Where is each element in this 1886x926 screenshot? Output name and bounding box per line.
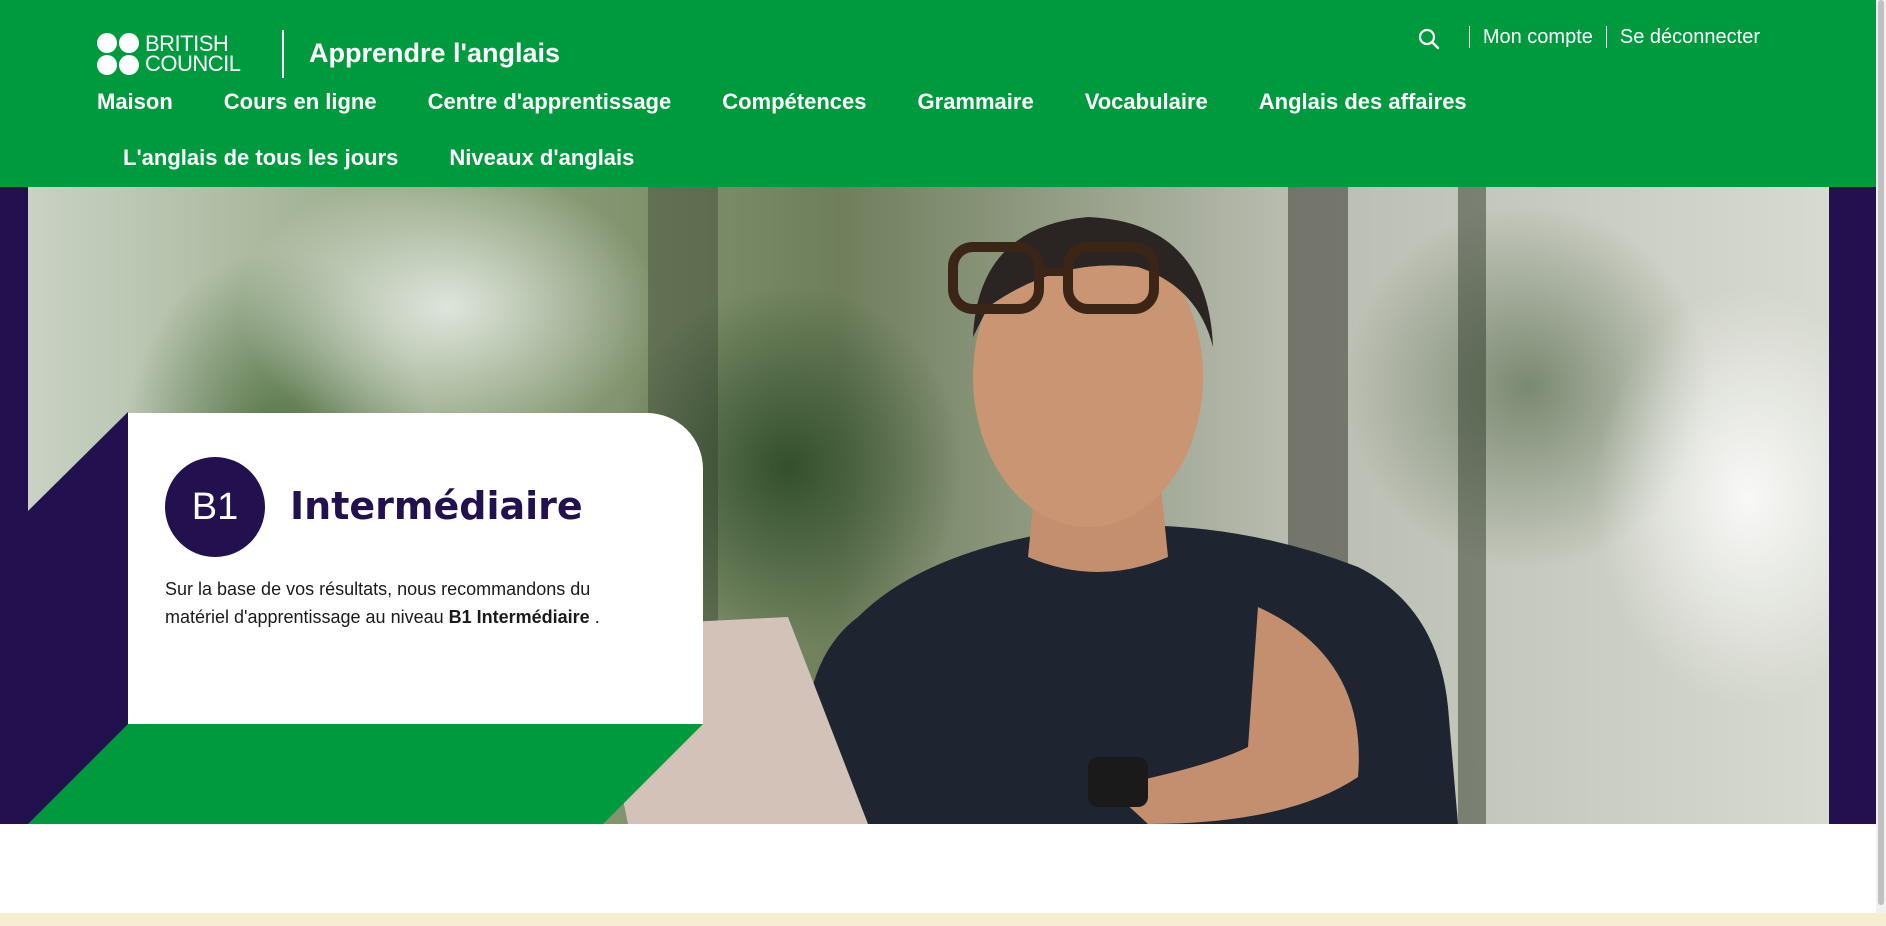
utility-links: Mon compte Se déconnecter xyxy=(1414,20,1760,54)
desc-level: B1 Intermédiaire xyxy=(448,607,590,627)
nav-item-competences[interactable]: Compétences xyxy=(722,89,866,115)
nav-row-2: L'anglais de tous les jours Niveaux d'an… xyxy=(97,143,1697,173)
level-badge: B1 xyxy=(165,457,265,557)
logo-divider xyxy=(282,30,284,78)
level-title: Intermédiaire xyxy=(290,484,583,528)
nav-item-grammaire[interactable]: Grammaire xyxy=(918,89,1034,115)
my-account-link[interactable]: Mon compte xyxy=(1483,26,1593,49)
utility-separator xyxy=(1605,26,1607,48)
british-council-logo[interactable]: BRITISH COUNCIL xyxy=(97,33,247,75)
nav-item-maison[interactable]: Maison xyxy=(97,89,173,115)
logo-wordmark: BRITISH COUNCIL xyxy=(145,33,241,76)
nav-item-cours-en-ligne[interactable]: Cours en ligne xyxy=(224,89,377,115)
hero-accent-green xyxy=(28,724,703,824)
scrollbar-thumb[interactable] xyxy=(1878,0,1884,905)
nav-item-niveaux-anglais[interactable]: Niveaux d'anglais xyxy=(449,145,634,171)
nav-item-anglais-affaires[interactable]: Anglais des affaires xyxy=(1259,89,1467,115)
vertical-scrollbar[interactable] xyxy=(1876,0,1886,913)
site-title[interactable]: Apprendre l'anglais xyxy=(309,38,560,69)
result-description: Sur la base de vos résultats, nous recom… xyxy=(165,575,645,631)
nav-item-vocabulaire[interactable]: Vocabulaire xyxy=(1085,89,1208,115)
logo-line-2: COUNCIL xyxy=(145,51,241,76)
site-header: BRITISH COUNCIL Apprendre l'anglais Mon … xyxy=(0,0,1876,187)
result-card: B1 Intermédiaire Sur la base de vos résu… xyxy=(128,413,703,724)
logout-link[interactable]: Se déconnecter xyxy=(1620,26,1760,49)
nav-item-anglais-tous-les-jours[interactable]: L'anglais de tous les jours xyxy=(123,145,398,171)
logo-dots-icon xyxy=(97,33,141,75)
bottom-strip xyxy=(0,913,1886,926)
hero-banner: B1 Intermédiaire Sur la base de vos résu… xyxy=(0,187,1876,824)
nav-row-1: Maison Cours en ligne Centre d'apprentis… xyxy=(97,87,1697,117)
desc-end: . xyxy=(589,607,600,627)
main-nav: Maison Cours en ligne Centre d'apprentis… xyxy=(97,87,1697,173)
utility-separator xyxy=(1468,26,1470,48)
search-icon[interactable] xyxy=(1414,24,1444,54)
nav-item-centre-apprentissage[interactable]: Centre d'apprentissage xyxy=(428,89,672,115)
